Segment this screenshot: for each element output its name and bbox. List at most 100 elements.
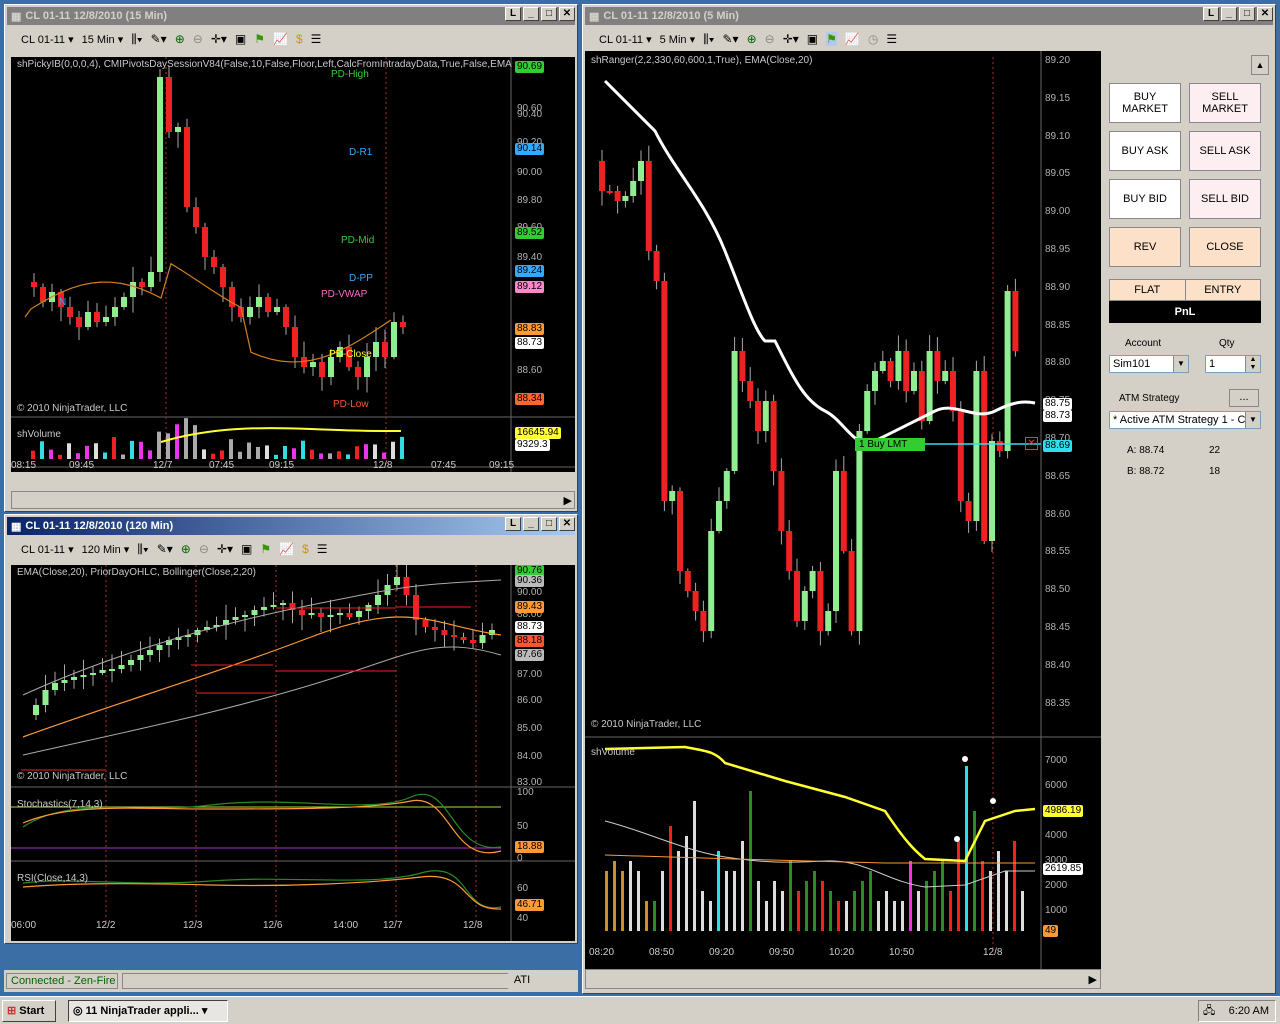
crosshair-icon[interactable]: ✛▾: [217, 542, 233, 556]
bar-type-icon[interactable]: ⫼▾: [137, 542, 148, 557]
reverse-button[interactable]: REV: [1109, 227, 1181, 267]
rsi-tick: 60: [517, 883, 529, 894]
maximize-button[interactable]: □: [1239, 7, 1255, 21]
maximize-button[interactable]: □: [541, 517, 557, 531]
zoom-out-icon[interactable]: ⊖: [199, 542, 209, 556]
candle-body: [265, 297, 271, 312]
sell-bid-button[interactable]: SELL BID: [1189, 179, 1261, 219]
price-tick: 89.15: [1045, 92, 1071, 104]
price-tag: 88.73: [515, 337, 545, 349]
cancel-order-icon[interactable]: ✕: [1025, 437, 1038, 450]
minimize-button[interactable]: _: [523, 517, 539, 531]
indicator-icon[interactable]: 📈: [279, 542, 294, 556]
candle-body: [903, 351, 910, 391]
volume-bar: [733, 871, 736, 931]
close-button[interactable]: ✕: [559, 517, 575, 531]
price-panel[interactable]: shPickyIB(0,0,0,4), CMIPivotsDaySessionV…: [11, 57, 575, 472]
flat-button[interactable]: FLAT: [1110, 280, 1186, 300]
entry-button[interactable]: ENTRY: [1186, 280, 1261, 300]
title-bar[interactable]: ▦ CL 01-11 12/8/2010 (5 Min): [585, 7, 1273, 25]
interval-selector[interactable]: 15 Min ▾: [82, 33, 124, 46]
instrument-selector[interactable]: CL 01-11 ▾: [599, 33, 652, 46]
title-bar[interactable]: ▦ CL 01-11 12/8/2010 (15 Min): [7, 7, 575, 25]
candle-body: [451, 635, 457, 637]
close-button[interactable]: ✕: [1257, 7, 1273, 21]
candle-body: [708, 531, 715, 631]
horizontal-scrollbar[interactable]: ▶: [11, 491, 575, 509]
crosshair-icon[interactable]: ✛▾: [783, 32, 799, 46]
maximize-button[interactable]: □: [541, 7, 557, 21]
interval-selector[interactable]: 120 Min ▾: [82, 543, 130, 556]
network-icon[interactable]: 🖧: [1203, 1001, 1215, 1021]
close-button[interactable]: ✕: [559, 7, 575, 21]
data-box-icon[interactable]: ☰: [886, 32, 897, 46]
sell-market-button[interactable]: SELL MARKET: [1189, 83, 1261, 123]
zoom-in-icon[interactable]: ⊕: [181, 542, 191, 556]
candle-body: [645, 161, 652, 251]
minimize-button[interactable]: _: [1221, 7, 1237, 21]
properties-icon[interactable]: ▣: [241, 542, 252, 556]
zoom-out-icon[interactable]: ⊖: [765, 32, 775, 46]
buy-limit-order[interactable]: 1 Buy LMT: [855, 438, 925, 451]
minimize-button[interactable]: _: [523, 7, 539, 21]
scroll-right-icon[interactable]: ▶: [564, 494, 572, 507]
instrument-selector[interactable]: CL 01-11 ▾: [21, 543, 74, 556]
draw-tool-icon[interactable]: ✎▾: [151, 32, 167, 46]
chart-window-5min[interactable]: ▦ CL 01-11 12/8/2010 (5 Min) L _ □ ✕ CL 01-1…: [582, 4, 1276, 994]
volume-bar: [157, 431, 161, 459]
candle-body: [148, 272, 154, 287]
horizontal-scrollbar[interactable]: ▶: [585, 969, 1101, 989]
copyright: © 2010 NinjaTrader, LLC: [17, 403, 128, 414]
price-panel[interactable]: shRanger(2,2,330,60,600,1,True), EMA(Clo…: [585, 51, 1101, 969]
start-button[interactable]: ⊞ Start: [2, 1000, 56, 1022]
bar-type-icon[interactable]: ⫼▾: [131, 32, 142, 47]
restore-button[interactable]: L: [1203, 7, 1219, 21]
close-position-button[interactable]: CLOSE: [1189, 227, 1261, 267]
strategy-icon[interactable]: ⚑: [254, 32, 265, 46]
atm-strategy-select[interactable]: * Active ATM Strategy 1 - C ▼: [1109, 411, 1261, 429]
chart-window-15min[interactable]: ▦ CL 01-11 12/8/2010 (15 Min) L _ □ ✕ CL 01-…: [4, 4, 578, 512]
taskbar-task-ninjatrader[interactable]: ◎ 11 NinjaTrader appli... ▾: [68, 1000, 228, 1022]
volume-bar: [67, 443, 71, 459]
draw-tool-icon[interactable]: ✎▾: [157, 542, 173, 556]
dollar-icon[interactable]: $: [302, 542, 309, 556]
atm-strategy-label: ATM Strategy: [1119, 393, 1180, 404]
time-tick: 07:45: [209, 460, 235, 471]
strategy-icon[interactable]: ⚑: [260, 542, 271, 556]
indicator-icon[interactable]: 📈: [845, 32, 860, 46]
buy-ask-button[interactable]: BUY ASK: [1109, 131, 1181, 171]
draw-tool-icon[interactable]: ✎▾: [722, 32, 738, 46]
account-label: Account: [1125, 338, 1162, 349]
zoom-in-icon[interactable]: ⊕: [747, 32, 757, 46]
strategy-icon[interactable]: ⚑: [826, 32, 837, 46]
buy-bid-button[interactable]: BUY BID: [1109, 179, 1181, 219]
time-tick: 08:15: [11, 460, 37, 471]
qty-stepper[interactable]: 1 ▲ ▼: [1205, 355, 1261, 373]
data-box-icon[interactable]: ☰: [317, 542, 328, 556]
buy-market-button[interactable]: BUY MARKET: [1109, 83, 1181, 123]
zoom-in-icon[interactable]: ⊕: [175, 32, 185, 46]
scroll-right-icon[interactable]: ▶: [1089, 973, 1097, 986]
title-bar[interactable]: ▦ CL 01-11 12/8/2010 (120 Min): [7, 517, 575, 535]
clock-icon[interactable]: ◷: [868, 32, 878, 46]
candle-body: [99, 670, 106, 673]
atm-properties-button[interactable]: ...: [1229, 389, 1259, 407]
indicator-icon[interactable]: 📈: [273, 32, 288, 46]
dollar-icon[interactable]: $: [296, 32, 303, 46]
zoom-out-icon[interactable]: ⊖: [193, 32, 203, 46]
interval-selector[interactable]: 5 Min ▾: [660, 33, 695, 46]
bar-type-icon[interactable]: ⫼▾: [703, 32, 714, 47]
instrument-selector[interactable]: CL 01-11 ▾: [21, 33, 74, 46]
restore-button[interactable]: L: [505, 517, 521, 531]
price-panel[interactable]: EMA(Close,20), PriorDayOHLC, Bollinger(C…: [11, 565, 575, 941]
properties-icon[interactable]: ▣: [807, 32, 818, 46]
price-tag: 89.12: [515, 281, 545, 293]
data-box-icon[interactable]: ☰: [311, 32, 322, 46]
properties-icon[interactable]: ▣: [235, 32, 246, 46]
restore-button[interactable]: L: [505, 7, 521, 21]
chart-window-120min[interactable]: ▦ CL 01-11 12/8/2010 (120 Min) L _ □ ✕ CL 01…: [4, 514, 578, 944]
sell-ask-button[interactable]: SELL ASK: [1189, 131, 1261, 171]
collapse-panel-button[interactable]: ▲: [1251, 55, 1269, 75]
account-select[interactable]: Sim101 ▼: [1109, 355, 1189, 373]
crosshair-icon[interactable]: ✛▾: [211, 32, 227, 46]
